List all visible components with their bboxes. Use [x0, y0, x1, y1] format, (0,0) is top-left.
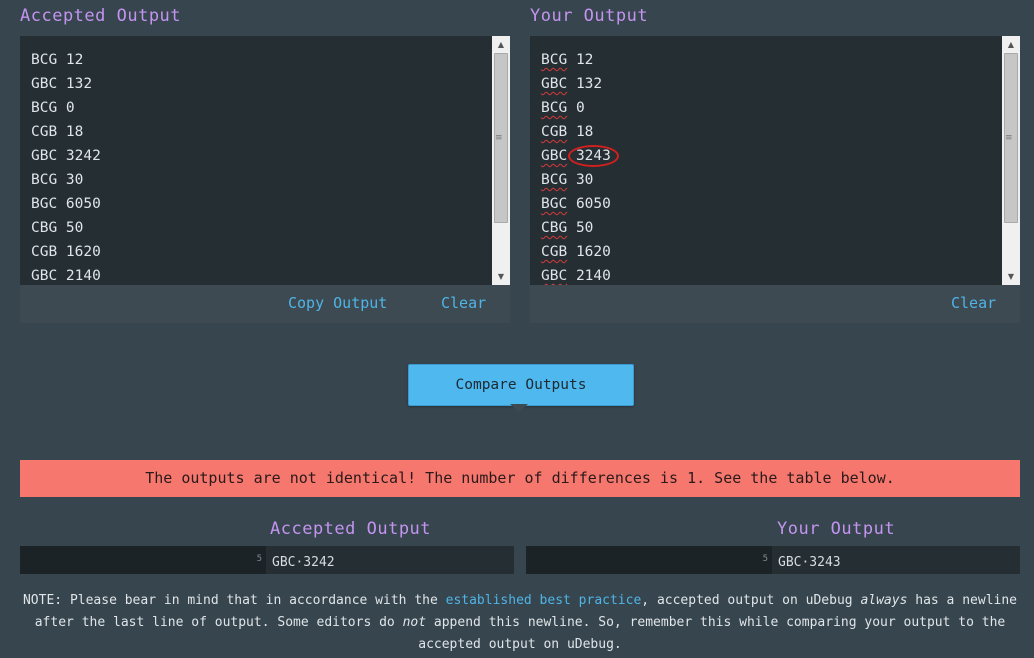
compare-button-pointer-icon: [510, 404, 528, 412]
your-output-footer: Clear: [530, 285, 1020, 323]
your-output-scrollbar[interactable]: ▲ ≡ ▼: [1002, 36, 1020, 285]
diff-line-number: 5: [20, 546, 266, 574]
output-line-code: CBG: [541, 220, 568, 236]
output-line-value: 12: [575, 52, 594, 68]
output-line: BCG 30: [541, 168, 1002, 192]
accepted-output-heading: Accepted Output: [20, 6, 182, 26]
output-line: GBC 132: [541, 72, 1002, 96]
output-line-value: 18: [575, 124, 594, 140]
diff-accepted-heading: Accepted Output: [270, 519, 432, 539]
scrollbar-grip-icon: ≡: [495, 133, 503, 143]
difference-alert: The outputs are not identical! The numbe…: [20, 460, 1020, 497]
output-line-code: BCG: [541, 172, 568, 188]
scroll-down-arrow-icon[interactable]: ▼: [492, 268, 510, 285]
output-line-code: BCG: [541, 100, 568, 116]
output-line: BCG 0: [541, 96, 1002, 120]
compare-outputs-button[interactable]: Compare Outputs: [408, 364, 634, 406]
diff-your-value: GBC·3243: [772, 546, 1020, 574]
your-output-heading: Your Output: [530, 6, 649, 26]
output-line: GBC 3242: [31, 148, 101, 164]
accepted-output-textarea[interactable]: BCG 12 GBC 132 BCG 0 CGB 18 GBC 3242 BCG 30 BG…: [20, 36, 492, 285]
diff-line-number: 5: [526, 546, 772, 574]
output-line: BGC 6050: [541, 192, 1002, 216]
diff-row-accepted: 5 GBC·3242: [20, 546, 514, 574]
output-line: CBG 50: [541, 216, 1002, 240]
output-line-code: GBC: [541, 76, 568, 92]
scroll-up-arrow-icon[interactable]: ▲: [1002, 36, 1020, 53]
diff-row-yours: 5 GBC·3243: [526, 546, 1020, 574]
scroll-down-arrow-icon[interactable]: ▼: [1002, 268, 1020, 285]
output-line-value: 2140: [575, 268, 611, 284]
output-line: BCG 12: [31, 52, 84, 68]
output-line-code: BGC: [541, 196, 568, 212]
output-line: GBC 132: [31, 76, 93, 92]
output-line-code: BCG: [541, 52, 568, 68]
newline-note: NOTE: Please bear in mind that in accord…: [16, 590, 1024, 656]
output-line: GBC 3243: [541, 144, 1002, 168]
difference-highlight-circle: 3243: [567, 145, 619, 167]
output-line: BCG 12: [541, 48, 1002, 72]
output-line: GBC 2140: [31, 268, 101, 284]
output-line: BCG 30: [31, 172, 84, 188]
scroll-up-arrow-icon[interactable]: ▲: [492, 36, 510, 53]
output-line: BCG 0: [31, 100, 75, 116]
copy-output-button[interactable]: Copy Output: [288, 294, 387, 312]
output-line-code: CGB: [541, 124, 568, 140]
output-line-code: CGB: [541, 244, 568, 260]
output-line: CBG 50: [31, 220, 84, 236]
diff-accepted-value: GBC·3242: [266, 546, 514, 574]
accepted-output-scrollbar[interactable]: ▲ ≡ ▼: [492, 36, 510, 285]
output-line: CGB 18: [31, 124, 84, 140]
output-line-value: 30: [575, 172, 594, 188]
output-line-value: 50: [575, 220, 594, 236]
output-line: BGC 6050: [31, 196, 101, 212]
your-clear-button[interactable]: Clear: [951, 294, 996, 312]
note-text: , accepted output on uDebug: [641, 593, 861, 608]
note-emphasis-always: always: [860, 593, 908, 608]
best-practice-link[interactable]: established best practice: [446, 593, 642, 608]
output-line-value: 6050: [575, 196, 611, 212]
accepted-clear-button[interactable]: Clear: [441, 294, 486, 312]
your-output-lines: BCG 12 GBC 132 BCG 0 CGB 18 GBC 3243 BCG 30 BG…: [530, 36, 1002, 285]
note-emphasis-not: not: [402, 615, 427, 630]
output-line-value: 1620: [575, 244, 611, 260]
note-prefix: NOTE: Please bear in mind that in accord…: [22, 593, 446, 608]
output-line-value: 0: [575, 100, 585, 116]
output-line: CGB 1620: [31, 244, 101, 260]
output-line: CGB 18: [541, 120, 1002, 144]
output-line-code: GBC: [541, 148, 568, 164]
diff-your-heading: Your Output: [777, 519, 896, 539]
output-line-code: GBC: [541, 268, 568, 284]
output-line: GBC 2140: [541, 264, 1002, 285]
accepted-output-lines: BCG 12 GBC 132 BCG 0 CGB 18 GBC 3242 BCG 30 BG…: [20, 36, 492, 285]
output-line-value: 132: [575, 76, 603, 92]
note-text: append this newline. So, remember this w…: [418, 615, 1006, 652]
scrollbar-grip-icon: ≡: [1005, 133, 1013, 143]
your-output-textarea[interactable]: BCG 12 GBC 132 BCG 0 CGB 18 GBC 3243 BCG 30 BG…: [530, 36, 1002, 285]
output-line: CGB 1620: [541, 240, 1002, 264]
your-output-panel: BCG 12 GBC 132 BCG 0 CGB 18 GBC 3243 BCG 30 BG…: [530, 36, 1020, 323]
accepted-output-panel: BCG 12 GBC 132 BCG 0 CGB 18 GBC 3242 BCG 30 BG…: [20, 36, 510, 323]
accepted-output-footer: Copy Output Clear: [20, 285, 510, 323]
